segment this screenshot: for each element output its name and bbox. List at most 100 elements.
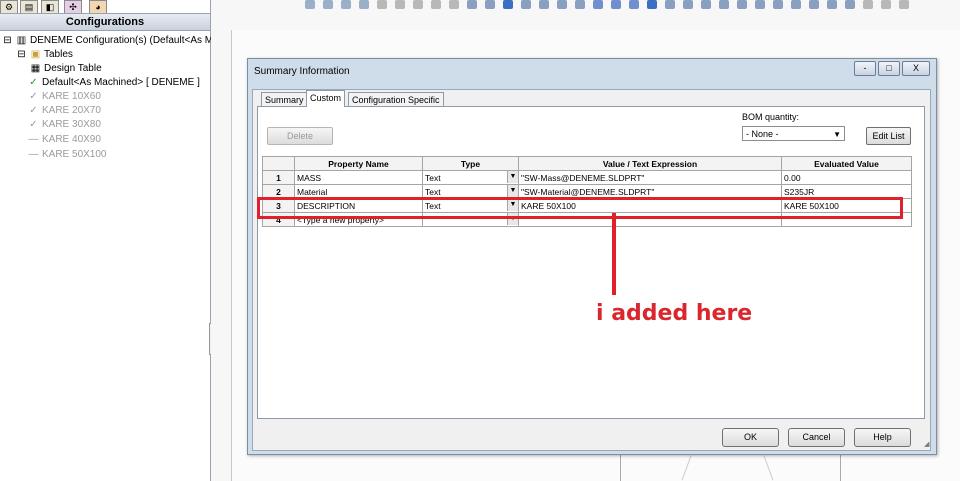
feature-manager-tab-icon[interactable]: ⚙ bbox=[0, 0, 18, 14]
type-cell[interactable]: Text ▼ bbox=[422, 170, 519, 185]
grid-header-row: Property Name Type Value / Text Expressi… bbox=[262, 156, 912, 171]
tree-item[interactable]: ⊟ ▥ DENEME Configuration(s) (Default<As Ma bbox=[2, 34, 218, 47]
minimize-button[interactable]: - bbox=[854, 61, 876, 76]
maximize-button[interactable]: □ bbox=[878, 61, 900, 76]
edit-list-button[interactable]: Edit List bbox=[866, 127, 911, 145]
bom-quantity-value: - None - bbox=[746, 129, 779, 139]
property-manager-tab-icon[interactable]: ▤ bbox=[20, 0, 38, 14]
ok-button[interactable]: OK bbox=[722, 428, 779, 447]
view-toolbar-button-icon[interactable] bbox=[773, 0, 783, 9]
tree-item[interactable]: ✓ Default<As Machined> [ DENEME ] bbox=[28, 76, 200, 89]
custom-tab-pane bbox=[257, 106, 925, 419]
dimxpert-tab-icon[interactable]: ✣ bbox=[64, 0, 82, 14]
chevron-down-icon: ▼ bbox=[833, 130, 841, 139]
type-cell-text: Text bbox=[425, 172, 441, 183]
header-value-expression: Value / Text Expression bbox=[518, 156, 782, 171]
view-toolbar-button-icon[interactable] bbox=[629, 0, 639, 9]
annotation-text: i added here bbox=[596, 301, 753, 326]
close-button[interactable]: X bbox=[902, 61, 930, 76]
tree-item-label: KARE 50X100 bbox=[42, 149, 107, 160]
view-toolbar-button-icon[interactable] bbox=[341, 0, 351, 9]
view-toolbar-button-icon[interactable] bbox=[737, 0, 747, 9]
view-toolbar-button-icon[interactable] bbox=[647, 0, 657, 9]
expand-toggle-icon[interactable]: ⊟ bbox=[2, 34, 13, 47]
view-toolbar-button-icon[interactable] bbox=[593, 0, 603, 9]
tree-item[interactable]: ✓ KARE 20X70 bbox=[28, 104, 101, 117]
tree-item[interactable]: ✓ KARE 30X80 bbox=[28, 118, 101, 131]
value-expression-cell-text: "SW-Material@DENEME.SLDPRT" bbox=[521, 186, 655, 197]
check-icon: ✓ bbox=[29, 91, 38, 102]
view-toolbar-button-icon[interactable] bbox=[323, 0, 333, 9]
bom-quantity-select[interactable]: - None - ▼ bbox=[742, 126, 845, 141]
view-toolbar-button-icon[interactable] bbox=[431, 0, 441, 9]
tree-item[interactable]: — KARE 50X100 bbox=[28, 148, 107, 161]
view-toolbar-button-icon[interactable] bbox=[791, 0, 801, 9]
view-toolbar-button-icon[interactable] bbox=[557, 0, 567, 9]
row-number-text: 1 bbox=[276, 172, 281, 183]
configuration-manager-tab-icon[interactable]: ◧ bbox=[41, 0, 59, 14]
expand-toggle-icon[interactable]: ⊟ bbox=[16, 48, 27, 61]
view-toolbar-button-icon[interactable] bbox=[575, 0, 585, 9]
header-property-name: Property Name bbox=[294, 156, 423, 171]
delete-button[interactable]: Delete bbox=[267, 127, 333, 145]
view-toolbar-button-icon[interactable] bbox=[809, 0, 819, 9]
cancel-button[interactable]: Cancel bbox=[788, 428, 845, 447]
type-dropdown-chevron-down-icon[interactable]: ▼ bbox=[507, 171, 518, 183]
tree-item[interactable]: — KARE 40X90 bbox=[28, 133, 101, 146]
view-toolbar-button-icon[interactable] bbox=[719, 0, 729, 9]
view-toolbar-button-icon[interactable] bbox=[305, 0, 315, 9]
bom-quantity-label: BOM quantity: bbox=[742, 112, 800, 122]
view-toolbar-button-icon[interactable] bbox=[467, 0, 477, 9]
view-toolbar-button-icon[interactable] bbox=[881, 0, 891, 9]
view-toolbar-button-icon[interactable] bbox=[413, 0, 423, 9]
view-toolbar-button-icon[interactable] bbox=[683, 0, 693, 9]
view-toolbar-button-icon[interactable] bbox=[359, 0, 369, 9]
tree-item[interactable]: ▦ Design Table bbox=[30, 62, 102, 75]
tree-item[interactable]: ⊟ ▣ Tables bbox=[16, 48, 73, 61]
view-toolbar-button-icon[interactable] bbox=[449, 0, 459, 9]
view-toolbar-button-icon[interactable] bbox=[755, 0, 765, 9]
window-controls: - □ X bbox=[852, 61, 930, 76]
view-toolbar-button-icon[interactable] bbox=[665, 0, 675, 9]
value-expression-cell-text: "SW-Mass@DENEME.SLDPRT" bbox=[521, 172, 645, 183]
view-toolbar-button-icon[interactable] bbox=[863, 0, 873, 9]
view-toolbar-button-icon[interactable] bbox=[611, 0, 621, 9]
dialog-body: Summary Custom Configuration Specific bbox=[252, 89, 931, 451]
view-toolbar-button-icon[interactable] bbox=[539, 0, 549, 9]
annotation-highlight-box bbox=[257, 197, 903, 219]
tree-item-label: Tables bbox=[44, 49, 73, 60]
view-toolbar-button-icon[interactable] bbox=[377, 0, 387, 9]
header-evaluated-value: Evaluated Value bbox=[781, 156, 912, 171]
property-name-cell[interactable]: MASS bbox=[294, 170, 423, 185]
view-toolbar-button-icon[interactable] bbox=[845, 0, 855, 9]
dash-icon: — bbox=[28, 134, 39, 145]
tree-item-label: Default<As Machined> [ DENEME ] bbox=[42, 77, 200, 88]
view-toolbar-button-icon[interactable] bbox=[485, 0, 495, 9]
view-toolbar-button-icon[interactable] bbox=[503, 0, 513, 9]
tree-item-label: Design Table bbox=[44, 63, 102, 74]
panel-tabs: ⚙ ▤ ◧ ✣ ◕ bbox=[0, 0, 120, 14]
value-expression-cell[interactable]: "SW-Mass@DENEME.SLDPRT" bbox=[518, 170, 782, 185]
configuration-manager-panel: ⚙ ▤ ◧ ✣ ◕ Configurations ⊟ ▥ DENEME Config… bbox=[0, 0, 219, 481]
view-toolbar-button-icon[interactable] bbox=[395, 0, 405, 9]
help-button[interactable]: Help bbox=[854, 428, 911, 447]
display-manager-tab-icon[interactable]: ◕ bbox=[89, 0, 107, 14]
annotation-arrow bbox=[612, 213, 616, 295]
view-toolbar-button-icon[interactable] bbox=[827, 0, 837, 9]
type-dropdown-chevron-down-icon[interactable]: ▼ bbox=[507, 185, 518, 197]
view-toolbar-button-icon[interactable] bbox=[521, 0, 531, 9]
row-number: 1 bbox=[262, 170, 295, 185]
view-toolbar-button-icon[interactable] bbox=[899, 0, 909, 9]
tab-configuration-specific[interactable]: Configuration Specific bbox=[348, 92, 444, 107]
tree-item-label: KARE 10X60 bbox=[42, 91, 101, 102]
tree-item[interactable]: ✓ KARE 10X60 bbox=[28, 90, 101, 103]
tab-custom[interactable]: Custom bbox=[306, 90, 346, 107]
part-icon: ▥ bbox=[16, 35, 27, 46]
resize-grip-icon[interactable]: ◢ bbox=[924, 440, 932, 448]
dash-icon: — bbox=[28, 149, 39, 160]
tab-summary[interactable]: Summary bbox=[261, 92, 308, 107]
tree-item-label: KARE 20X70 bbox=[42, 105, 101, 116]
view-toolbar-button-icon[interactable] bbox=[701, 0, 711, 9]
property-name-cell-text: MASS bbox=[297, 172, 322, 183]
property-row[interactable]: 1 MASS Text ▼ "SW-Mass@DENEME.SLDPRT" 0.00 bbox=[262, 170, 912, 185]
